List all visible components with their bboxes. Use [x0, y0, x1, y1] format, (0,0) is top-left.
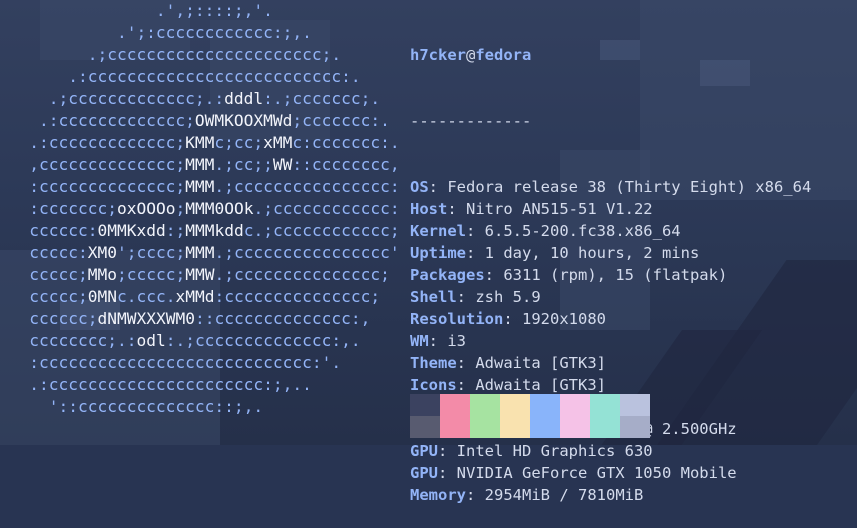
color-swatch-bottom-0 — [410, 416, 440, 438]
info-row: Icons: Adwaita [GTK3] — [410, 376, 606, 394]
logo-line: .:ccccccccccccc;OWMKOOXMWd;ccccccc:. — [0, 111, 390, 130]
color-swatch-bottom-2 — [470, 416, 500, 438]
info-key: Theme — [410, 354, 457, 372]
logo-line: ccccc:XM0';cccc;MMM.;cccccccccccccccc' — [0, 243, 400, 262]
logo-line: '::cccccccccccccc::;,. — [0, 397, 264, 416]
info-key: Resolution — [410, 310, 504, 328]
info-row: Host: Nitro AN515-51 V1.22 — [410, 200, 653, 218]
logo-line: :cccccccccccccc;MMM.;cccccccccccccccc: — [0, 177, 400, 196]
color-swatch-top-7 — [620, 394, 650, 416]
info-key: Packages — [410, 266, 485, 284]
logo-line: cccccccc;.:odl:.;cccccccccccccc:,. — [0, 331, 361, 350]
info-value: Fedora release 38 (Thirty Eight) x86_64 — [447, 178, 812, 196]
color-swatch-bottom-6 — [590, 416, 620, 438]
logo-line: :cccccccccccccccccccccccccccc:'. — [0, 353, 342, 372]
info-key: OS — [410, 178, 429, 196]
logo-line: ccccc;0MNc.ccc.xMMd:ccccccccccccccc; — [0, 287, 381, 306]
info-row: GPU: Intel HD Graphics 630 — [410, 442, 653, 460]
info-key: WM — [410, 332, 429, 350]
info-row: Theme: Adwaita [GTK3] — [410, 354, 606, 372]
info-value: 1 day, 10 hours, 2 mins — [484, 244, 700, 262]
info-row: GPU: NVIDIA GeForce GTX 1050 Mobile — [410, 464, 737, 482]
logo-line: .:cccccccccccccccccccccc:;,.. — [0, 375, 312, 394]
info-key: GPU — [410, 464, 438, 482]
info-fields: OS: Fedora release 38 (Thirty Eight) x86… — [410, 176, 811, 506]
logo-line: .:ccccccccccccc;KMMc;cc;xMMc:ccccccc:. — [0, 133, 400, 152]
info-value: Adwaita [GTK3] — [475, 354, 606, 372]
logo-line: .:cccccccccccccccccccccccccc:. — [0, 67, 361, 86]
info-row: Resolution: 1920x1080 — [410, 310, 606, 328]
logo-line: .;ccccccccccccc;.:dddl:.;ccccccc;. — [0, 89, 381, 108]
color-swatch-bottom-3 — [500, 416, 530, 438]
color-swatch-top-5 — [560, 394, 590, 416]
at-sign: @ — [466, 46, 476, 64]
color-swatch-top-4 — [530, 394, 560, 416]
info-value: 6.5.5-200.fc38.x86_64 — [484, 222, 681, 240]
info-value: NVIDIA GeForce GTX 1050 Mobile — [456, 464, 737, 482]
info-row: WM: i3 — [410, 332, 467, 350]
title-separator: ------------- — [410, 112, 532, 130]
logo-line: .';:cccccccccccc:;,. — [0, 23, 312, 42]
color-swatch-top-0 — [410, 394, 440, 416]
info-row: Uptime: 1 day, 10 hours, 2 mins — [410, 244, 700, 262]
logo-line: cccccc:0MMKxdd:;MMMkddc.;cccccccccccc; — [0, 221, 400, 240]
color-swatch-top-2 — [470, 394, 500, 416]
info-key: Icons — [410, 376, 457, 394]
username: h7cker — [410, 46, 466, 64]
info-value: Nitro AN515-51 V1.22 — [466, 200, 653, 218]
info-key: Uptime — [410, 244, 466, 262]
info-row: Packages: 6311 (rpm), 15 (flatpak) — [410, 266, 728, 284]
user-host-title: h7cker@fedora — [410, 44, 811, 66]
info-value: i3 — [447, 332, 467, 350]
logo-line: cccccc;dNMWXXXWM0::cccccccccccccc:, — [0, 309, 371, 328]
info-row: OS: Fedora release 38 (Thirty Eight) x86… — [410, 178, 812, 196]
logo-line: .;cccccccccccccccccccccc;. — [0, 45, 342, 64]
hostname: fedora — [475, 46, 532, 64]
info-key: Shell — [410, 288, 457, 306]
info-row: Shell: zsh 5.9 — [410, 288, 541, 306]
info-key: Host — [410, 200, 448, 218]
info-value: 1920x1080 — [522, 310, 606, 328]
color-swatch-bottom-5 — [560, 416, 590, 438]
info-row: Kernel: 6.5.5-200.fc38.x86_64 — [410, 222, 681, 240]
info-value: 6311 (rpm), 15 (flatpak) — [503, 266, 728, 284]
info-value: Adwaita [GTK3] — [475, 376, 606, 394]
system-info-panel: h7cker@fedora ------------- OS: Fedora r… — [410, 0, 811, 528]
info-row: Memory: 2954MiB / 7810MiB — [410, 486, 644, 504]
logo-line: .',;::::;,'. — [0, 1, 273, 20]
logo-line: ,cccccccccccccc;MMM.;cc;;WW::cccccccc, — [0, 155, 400, 174]
color-swatch-top-3 — [500, 394, 530, 416]
info-key: Kernel — [410, 222, 466, 240]
fedora-ascii-logo: .',;::::;,'. .';:cccccccccccc:;,. .;cccc… — [0, 0, 400, 418]
color-swatch-bottom-4 — [530, 416, 560, 438]
logo-line: :ccccccc;oxOOOo;MMM0OOk.;cccccccccccc: — [0, 199, 400, 218]
info-value: zsh 5.9 — [475, 288, 541, 306]
color-swatch-top-1 — [440, 394, 470, 416]
logo-line: ccccc;MMo;ccccc;MMW.;ccccccccccccccc; — [0, 265, 390, 284]
info-key: Memory — [410, 486, 466, 504]
info-value: 2954MiB / 7810MiB — [484, 486, 644, 504]
color-swatch-bottom-1 — [440, 416, 470, 438]
color-swatch-bottom-7 — [620, 416, 650, 438]
color-swatch-top-6 — [590, 394, 620, 416]
